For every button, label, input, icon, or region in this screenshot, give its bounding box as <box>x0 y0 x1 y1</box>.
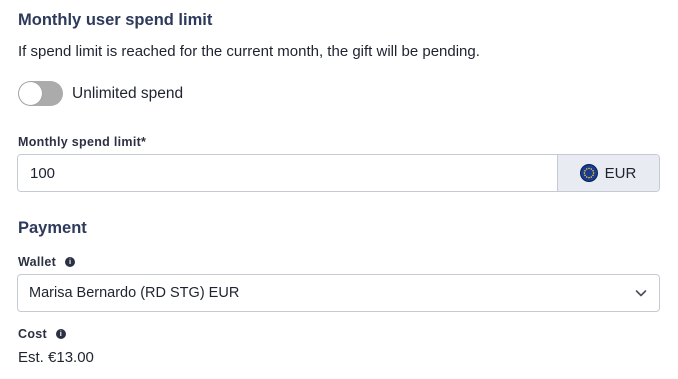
cost-info-icon[interactable]: i <box>55 329 66 339</box>
chevron-down-icon <box>635 290 647 297</box>
wallet-label-text: Wallet <box>18 255 57 269</box>
monthly-spend-limit-label-text: Monthly spend limit* <box>18 135 147 149</box>
wallet-label: Wallet i <box>18 255 76 269</box>
payment-title: Payment <box>18 219 87 237</box>
spend-limit-form: Monthly user spend limit If spend limit … <box>0 0 678 379</box>
unlimited-spend-label: Unlimited spend <box>72 84 184 102</box>
spend-limit-description: If spend limit is reached for the curren… <box>18 43 480 60</box>
monthly-spend-limit-label: Monthly spend limit* <box>18 135 146 149</box>
wallet-select-value: Marisa Bernardo (RD STG) EUR <box>29 285 240 301</box>
toggle-knob <box>19 82 42 105</box>
cost-value: Est. €13.00 <box>18 349 94 366</box>
monthly-spend-limit-group: EUR <box>17 154 660 192</box>
unlimited-spend-toggle[interactable] <box>18 81 63 106</box>
currency-addon: EUR <box>557 155 659 191</box>
cost-label: Cost i <box>18 327 66 341</box>
cost-label-text: Cost <box>18 327 47 341</box>
unlimited-spend-row: Unlimited spend <box>18 81 183 106</box>
currency-code: EUR <box>604 164 637 182</box>
spend-limit-title: Monthly user spend limit <box>18 11 213 29</box>
eu-flag-icon <box>580 165 597 181</box>
monthly-spend-limit-input[interactable] <box>18 155 557 191</box>
wallet-select[interactable]: Marisa Bernardo (RD STG) EUR <box>17 274 660 312</box>
wallet-info-icon[interactable]: i <box>65 257 76 267</box>
